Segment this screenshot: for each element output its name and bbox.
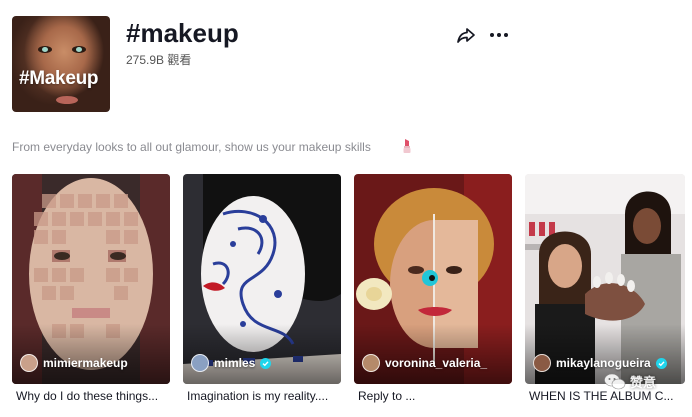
avatar[interactable] xyxy=(191,354,209,372)
video-author[interactable]: mimiermakeup xyxy=(20,354,128,372)
avatar[interactable] xyxy=(20,354,38,372)
lipstick-icon xyxy=(403,139,411,153)
watermark: 赞意 xyxy=(604,372,656,391)
share-icon[interactable] xyxy=(456,25,476,45)
author-name[interactable]: voronina_valeria_ xyxy=(385,356,487,370)
video-author[interactable]: mikaylanogueira xyxy=(533,354,667,372)
avatar[interactable] xyxy=(362,354,380,372)
video-card[interactable]: voronina_valeria_ xyxy=(354,174,512,384)
hashtag-description: From everyday looks to all out glamour, … xyxy=(12,140,371,154)
video-caption[interactable]: Imagination is my reality.... xyxy=(187,389,341,403)
avatar[interactable] xyxy=(533,354,551,372)
cover-eye-left xyxy=(38,46,52,53)
video-caption[interactable]: Why do I do these things... xyxy=(16,389,170,403)
wechat-icon xyxy=(604,373,626,389)
hashtag-cover-image: #Makeup xyxy=(12,16,110,112)
video-caption[interactable]: WHEN IS THE ALBUM C... xyxy=(529,389,681,403)
video-caption[interactable]: Reply to ... xyxy=(358,389,512,403)
verified-icon xyxy=(655,357,667,369)
author-name[interactable]: mimiermakeup xyxy=(43,356,128,370)
video-card[interactable]: mikaylanogueira xyxy=(525,174,685,384)
page-title: #makeup xyxy=(126,18,239,48)
author-name[interactable]: mimles xyxy=(214,356,255,370)
author-name[interactable]: mikaylanogueira xyxy=(556,356,651,370)
cover-lips xyxy=(56,96,78,104)
more-icon[interactable] xyxy=(488,29,510,41)
watermark-text: 赞意 xyxy=(630,375,657,390)
cover-text: #Makeup xyxy=(19,68,99,89)
video-card[interactable]: mimiermakeup xyxy=(12,174,170,384)
video-author[interactable]: voronina_valeria_ xyxy=(362,354,487,372)
verified-icon xyxy=(260,357,272,369)
video-card[interactable]: mimles xyxy=(183,174,341,384)
view-count: 275.9B 觀看 xyxy=(126,53,192,67)
video-author[interactable]: mimles xyxy=(191,354,272,372)
cover-eye-right xyxy=(72,46,86,53)
